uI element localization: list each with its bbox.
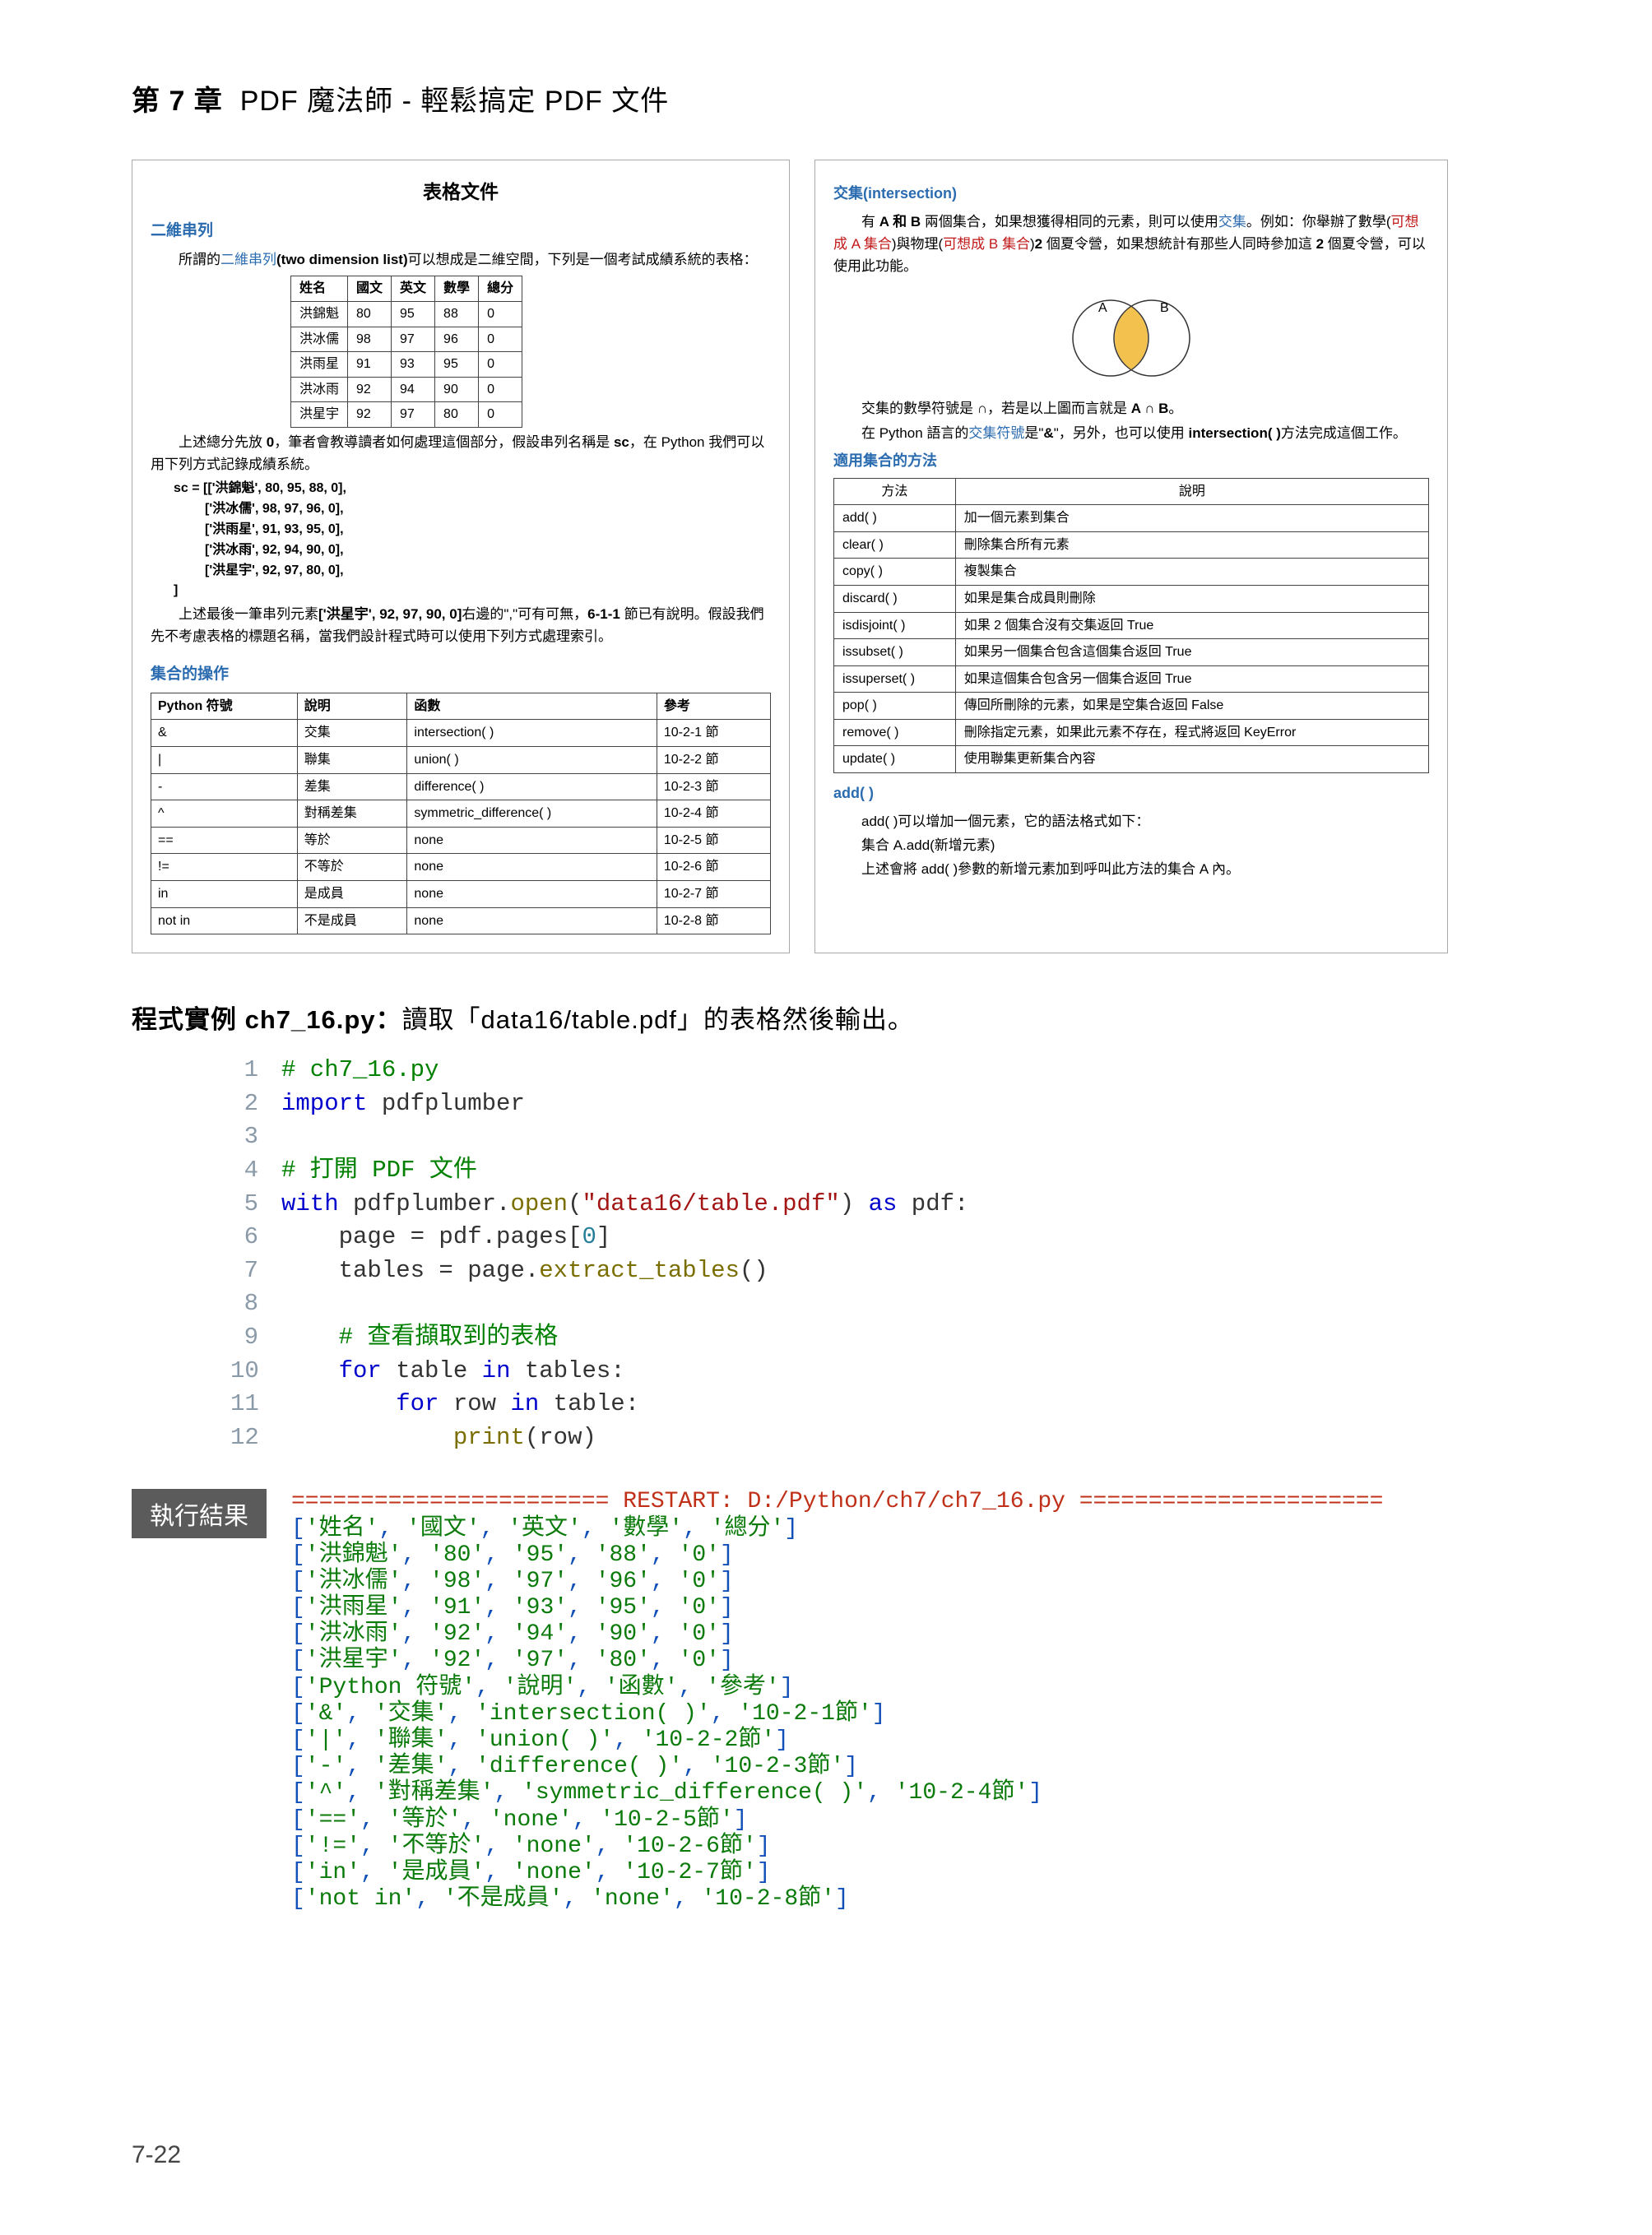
page-number: 7-22 [132, 2141, 181, 2169]
code-line: 12 print(row) [230, 1421, 1520, 1455]
table-row: ==等於none10-2-5 節 [151, 827, 771, 854]
code-line: 4# 打開 PDF 文件 [230, 1154, 1520, 1188]
result-row: 執行結果 ======================= RESTART: D:… [132, 1489, 1520, 1913]
table-row: -差集difference( )10-2-3 節 [151, 773, 771, 800]
code-line: 8 [230, 1287, 1520, 1321]
code-line: 6 page = pdf.pages[0] [230, 1221, 1520, 1254]
term-line: ['in', '是成員', 'none', '10-2-7節'] [291, 1860, 771, 1885]
table-row: 洪冰雨9294900 [291, 377, 522, 402]
term-line: ['&', '交集', 'intersection( )', '10-2-1節'… [291, 1701, 886, 1727]
term-line: ['洪錦魁', '80', '95', '88', '0'] [291, 1542, 734, 1568]
para-3: 上述最後一筆串列元素['洪星宇', 92, 97, 90, 0]右邊的","可有… [151, 603, 771, 647]
term-line: ['==', '等於', 'none', '10-2-5節'] [291, 1807, 748, 1833]
section-two-dim-list: 二維串列 [151, 219, 771, 243]
code-line: 1# ch7_16.py [230, 1054, 1520, 1087]
example-title: 程式實例 ch7_16.py：讀取「data16/table.pdf」的表格然後… [132, 999, 1520, 1036]
sc-code: sc = [['洪錦魁', 80, 95, 88, 0], ['洪冰儒', 98… [174, 479, 771, 601]
set-methods-table: 方法說明 add( )加一個元素到集合 clear( )刪除集合所有元素 cop… [833, 478, 1429, 774]
term-line: ['姓名', '國文', '英文', '數學', '總分'] [291, 1516, 798, 1542]
code-line: 9 # 查看擷取到的表格 [230, 1321, 1520, 1355]
add-para-3: 上述會將 add( )參數的新增元素加到呼叫此方法的集合 A 內。 [833, 858, 1429, 880]
code-line: 7 tables = page.extract_tables() [230, 1254, 1520, 1288]
term-line: ['-', '差集', 'difference( )', '10-2-3節'] [291, 1754, 858, 1779]
term-line: ['洪星宇', '92', '97', '80', '0'] [291, 1648, 734, 1673]
term-line: ['^', '對稱差集', 'symmetric_difference( )',… [291, 1780, 1042, 1806]
panels-row: 表格文件 二維串列 所謂的二維串列(two dimension list)可以想… [132, 160, 1520, 953]
term-line: ['Python 符號', '說明', '函數', '參考'] [291, 1675, 794, 1700]
term-line: ['洪冰儒', '98', '97', '96', '0'] [291, 1569, 734, 1594]
code-block: 1# ch7_16.py 2import pdfplumber 3 4# 打開 … [230, 1054, 1520, 1454]
svg-text:B: B [1160, 301, 1169, 315]
term-line: ['not in', '不是成員', 'none', '10-2-8節'] [291, 1886, 849, 1912]
svg-text:A: A [1098, 301, 1107, 315]
code-line: 2import pdfplumber [230, 1087, 1520, 1121]
section-add: add( ) [833, 781, 1429, 805]
table-row: not in不是成員none10-2-8 節 [151, 907, 771, 934]
table-row: update( )使用聯集更新集合內容 [834, 746, 1429, 773]
table-row: isdisjoint( )如果 2 個集合沒有交集返回 True [834, 612, 1429, 639]
table-row: remove( )刪除指定元素，如果此元素不存在，程式將返回 KeyError [834, 719, 1429, 746]
set-ops-table: Python 符號說明函數參考 &交集intersection( )10-2-1… [151, 693, 771, 934]
term-line: ['洪冰雨', '92', '94', '90', '0'] [291, 1621, 734, 1647]
code-line: 10 for table in tables: [230, 1355, 1520, 1389]
table-row: 姓名 國文 英文 數學 總分 [291, 276, 522, 302]
term-line: ['洪雨星', '91', '93', '95', '0'] [291, 1595, 734, 1621]
para-r1: 有 A 和 B 兩個集合，如果想獲得相同的元素，則可以使用交集。例如：你舉辦了數… [833, 211, 1429, 278]
para-1: 所謂的二維串列(two dimension list)可以想成是二維空間，下列是… [151, 248, 771, 271]
code-line: 3 [230, 1120, 1520, 1154]
section-set-ops: 集合的操作 [151, 662, 771, 687]
section-intersection: 交集(intersection) [833, 182, 1429, 206]
table-row: discard( )如果是集合成員則刪除 [834, 585, 1429, 612]
left-panel: 表格文件 二維串列 所謂的二維串列(two dimension list)可以想… [132, 160, 790, 953]
right-panel: 交集(intersection) 有 A 和 B 兩個集合，如果想獲得相同的元素… [814, 160, 1448, 953]
add-para-2: 集合 A.add(新增元素) [833, 834, 1429, 856]
terminal-output: ======================= RESTART: D:/Pyth… [291, 1489, 1383, 1913]
table-row: pop( )傳回所刪除的元素，如果是空集合返回 False [834, 693, 1429, 720]
para-2: 上述總分先放 0，筆者會教導讀者如何處理這個部分，假設串列名稱是 sc，在 Py… [151, 431, 771, 475]
chapter-number: 第 7 章 [132, 86, 223, 117]
table-row: 洪雨星9193950 [291, 352, 522, 378]
section-set-methods: 適用集合的方法 [833, 449, 1429, 473]
code-line: 5with pdfplumber.open("data16/table.pdf"… [230, 1188, 1520, 1222]
table-row: add( )加一個元素到集合 [834, 505, 1429, 532]
grades-table: 姓名 國文 英文 數學 總分 洪錦魁8095880 洪冰儒9897960 洪雨星… [290, 276, 522, 428]
table-row: !=不等於none10-2-6 節 [151, 854, 771, 881]
venn-icon: A B [1053, 289, 1209, 387]
left-panel-title: 表格文件 [151, 177, 771, 207]
chapter-header: 第 7 章 PDF 魔法師 - 輕鬆搞定 PDF 文件 [132, 78, 1520, 118]
table-row: 洪冰儒9897960 [291, 327, 522, 352]
table-row: &交集intersection( )10-2-1 節 [151, 720, 771, 747]
para-r2: 交集的數學符號是 ∩，若是以上圖而言就是 A ∩ B。 [833, 397, 1429, 420]
table-row: ^對稱差集symmetric_difference( )10-2-4 節 [151, 800, 771, 828]
code-line: 11 for row in table: [230, 1388, 1520, 1421]
table-row: Python 符號說明函數參考 [151, 693, 771, 720]
table-row: copy( )複製集合 [834, 559, 1429, 586]
table-row: 方法說明 [834, 478, 1429, 505]
table-row: |聯集union( )10-2-2 節 [151, 747, 771, 774]
table-row: clear( )刪除集合所有元素 [834, 531, 1429, 559]
add-para-1: add( )可以增加一個元素，它的語法格式如下： [833, 810, 1429, 832]
table-row: issuperset( )如果這個集合包含另一個集合返回 True [834, 665, 1429, 693]
table-row: 洪星宇9297800 [291, 402, 522, 428]
table-row: in是成員none10-2-7 節 [151, 881, 771, 908]
chapter-title: PDF 魔法師 - 輕鬆搞定 PDF 文件 [240, 86, 670, 117]
term-line: ['!=', '不等於', 'none', '10-2-6節'] [291, 1834, 771, 1859]
venn-diagram: A B [833, 289, 1429, 387]
term-line: ['|', '聯集', 'union( )', '10-2-2節'] [291, 1727, 789, 1753]
table-row: issubset( )如果另一個集合包含這個集合返回 True [834, 639, 1429, 666]
table-row: 洪錦魁8095880 [291, 301, 522, 327]
restart-line: ======================= RESTART: D:/Pyth… [291, 1489, 1383, 1514]
result-badge: 執行結果 [132, 1489, 267, 1538]
para-r3: 在 Python 語言的交集符號是"&"，另外，也可以使用 intersecti… [833, 422, 1429, 444]
